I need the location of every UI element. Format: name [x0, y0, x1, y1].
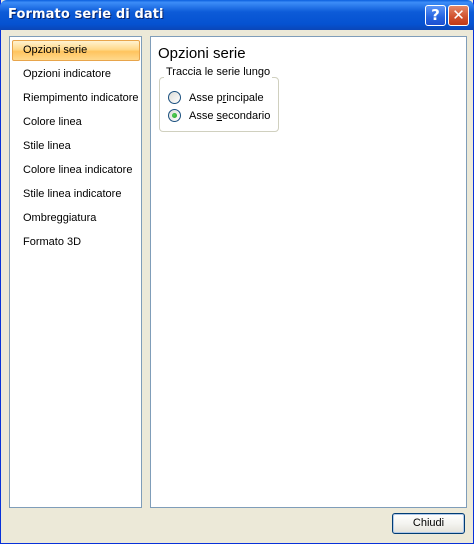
dialog-window: Formato serie di dati ? ✕ Opzioni serie … — [0, 0, 474, 544]
close-button[interactable]: Chiudi — [392, 513, 465, 534]
radio-button[interactable] — [168, 91, 181, 104]
nav-item-stile-linea[interactable]: Stile linea — [12, 136, 140, 157]
radio-label: Asse principale — [189, 92, 264, 104]
section-title: Opzioni serie — [158, 45, 246, 62]
close-icon[interactable]: ✕ — [448, 5, 469, 26]
nav-item-stile-linea-indicatore[interactable]: Stile linea indicatore — [12, 184, 140, 205]
window-title: Formato serie di dati — [8, 7, 164, 22]
nav-item-formato-3d[interactable]: Formato 3D — [12, 232, 140, 253]
title-bar[interactable]: Formato serie di dati ? ✕ — [0, 0, 474, 30]
nav-item-colore-linea[interactable]: Colore linea — [12, 112, 140, 133]
radio-button-checked[interactable] — [168, 109, 181, 122]
nav-item-opzioni-indicatore[interactable]: Opzioni indicatore — [12, 64, 140, 85]
nav-item-ombreggiatura[interactable]: Ombreggiatura — [12, 208, 140, 229]
nav-item-colore-linea-indicatore[interactable]: Colore linea indicatore — [12, 160, 140, 181]
nav-item-opzioni-serie[interactable]: Opzioni serie — [12, 40, 140, 61]
category-list: Opzioni serie Opzioni indicatore Riempim… — [9, 36, 142, 508]
radio-checked-dot — [172, 113, 177, 118]
options-panel: Opzioni serie Traccia le serie lungo Ass… — [150, 36, 467, 508]
help-button[interactable]: ? — [425, 5, 446, 26]
group-label: Traccia le serie lungo — [164, 66, 273, 78]
nav-item-riempimento-indicatore[interactable]: Riempimento indicatore — [12, 88, 140, 109]
radio-label: Asse secondario — [189, 110, 271, 122]
